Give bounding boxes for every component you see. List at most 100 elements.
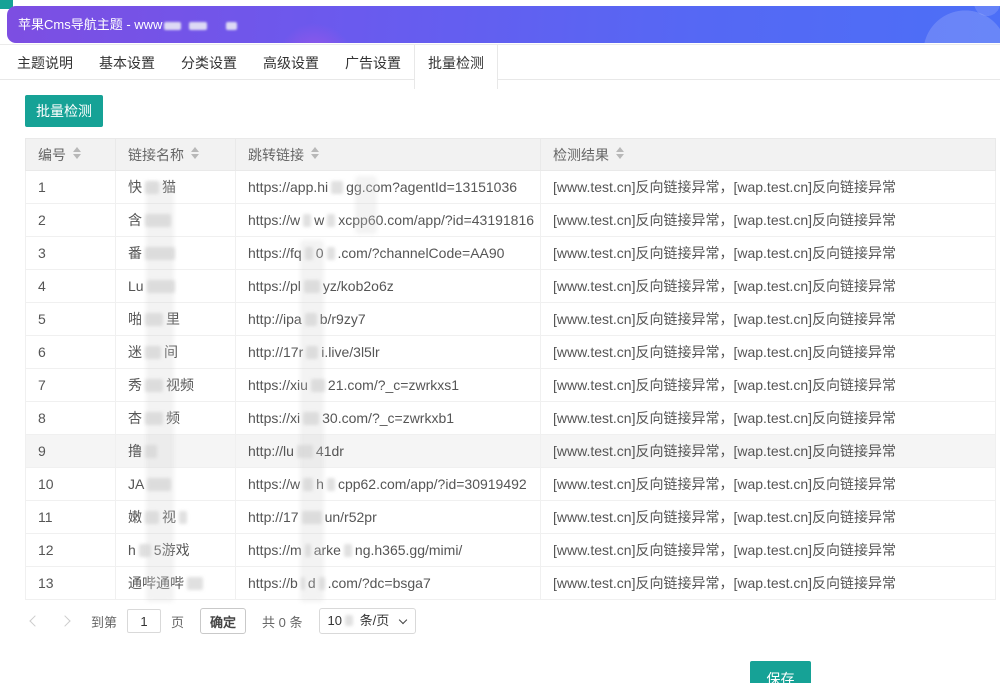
tab-batch-check[interactable]: 批量检测: [414, 45, 498, 89]
text-segment: https://xi: [248, 410, 300, 426]
text-segment: https://pl: [248, 278, 301, 294]
cell-id: 3: [26, 237, 116, 270]
tab-ad-settings[interactable]: 广告设置: [332, 45, 414, 81]
text-segment: 啪: [128, 311, 142, 327]
censor-block: [305, 313, 317, 326]
cell-id: 10: [26, 468, 116, 501]
text-segment: d: [308, 575, 316, 591]
censor-block: [302, 511, 322, 524]
cell-check-result: [www.test.cn]反向链接异常，[wap.test.cn]反向链接异常: [541, 270, 996, 303]
tab-category-settings[interactable]: 分类设置: [168, 45, 250, 81]
text-segment: 含: [128, 212, 142, 228]
censor-block: [139, 544, 151, 557]
sort-icon[interactable]: [616, 147, 624, 159]
table-row: 10JAhttps://whcpp62.com/app/?id=30919492…: [26, 468, 996, 501]
text-segment: 5游戏: [154, 542, 190, 558]
censor-block: [145, 181, 159, 194]
batch-check-button[interactable]: 批量检测: [25, 95, 103, 127]
page: 苹果Cms导航主题 - www 主题说明基本设置分类设置高级设置广告设置批量检测…: [0, 0, 1000, 683]
text-segment: 21.com/?_c=zwrkxs1: [328, 377, 459, 393]
cell-link-name: 含: [116, 204, 236, 237]
cell-id: 11: [26, 501, 116, 534]
censor-block: [145, 214, 171, 227]
table-row: 12h5游戏https://markeng.h365.gg/mimi/[www.…: [26, 534, 996, 567]
text-segment: cpp62.com/app/?id=30919492: [338, 476, 527, 492]
column-header-id[interactable]: 编号: [26, 139, 116, 171]
cell-check-result: [www.test.cn]反向链接异常，[wap.test.cn]反向链接异常: [541, 237, 996, 270]
text-segment: .com/?channelCode=AA90: [338, 245, 505, 261]
cell-check-result: [www.test.cn]反向链接异常，[wap.test.cn]反向链接异常: [541, 402, 996, 435]
table-row: 9撸http://lu41dr[www.test.cn]反向链接异常，[wap.…: [26, 435, 996, 468]
column-label: 链接名称: [128, 147, 184, 163]
text-segment: 41dr: [316, 443, 344, 459]
tab-basic-settings[interactable]: 基本设置: [86, 45, 168, 81]
sort-icon[interactable]: [191, 147, 199, 159]
censor-block: [319, 577, 325, 590]
text-segment: yz/kob2o6z: [323, 278, 394, 294]
text-segment: h: [128, 542, 136, 558]
sort-icon[interactable]: [73, 147, 81, 159]
sort-icon[interactable]: [311, 147, 319, 159]
column-header-url[interactable]: 跳转链接: [236, 139, 541, 171]
censor-block: [147, 280, 175, 293]
cell-jump-url: https://pl yz/kob2o6z: [236, 270, 541, 303]
column-header-name[interactable]: 链接名称: [116, 139, 236, 171]
column-header-result[interactable]: 检测结果: [541, 139, 996, 171]
text-segment: 0: [316, 245, 324, 261]
text-segment: 条/页: [356, 613, 389, 628]
links-table: 编号链接名称跳转链接检测结果 1快猫https://app.higg.com?a…: [25, 138, 996, 600]
cell-id: 6: [26, 336, 116, 369]
text-segment: w: [314, 212, 324, 228]
text-segment: http://lu: [248, 443, 294, 459]
prev-page-icon[interactable]: [29, 615, 40, 626]
save-button[interactable]: 保存: [750, 661, 811, 683]
text-segment: i.live/3l5lr: [321, 344, 379, 360]
table-row: 3番https://fq0.com/?channelCode=AA90[www.…: [26, 237, 996, 270]
page-title: 苹果Cms导航主题 - www: [7, 6, 1000, 43]
censor-block: [145, 346, 161, 359]
cell-link-name: 迷间: [116, 336, 236, 369]
censor-block: [145, 445, 157, 458]
censor-block: [303, 478, 313, 491]
censor-block: [344, 544, 352, 557]
censor-block: [179, 511, 187, 524]
censor-block: [303, 214, 311, 227]
censor-block: [305, 247, 313, 260]
column-label: 编号: [38, 147, 66, 163]
cell-check-result: [www.test.cn]反向链接异常，[wap.test.cn]反向链接异常: [541, 171, 996, 204]
page-unit-label: 页: [171, 612, 184, 631]
cell-id: 1: [26, 171, 116, 204]
cell-check-result: [www.test.cn]反向链接异常，[wap.test.cn]反向链接异常: [541, 468, 996, 501]
text-segment: 快: [128, 179, 142, 195]
censor-block: [327, 214, 335, 227]
cell-check-result: [www.test.cn]反向链接异常，[wap.test.cn]反向链接异常: [541, 501, 996, 534]
page-number-input[interactable]: [127, 609, 161, 633]
tab-theme-info[interactable]: 主题说明: [4, 45, 86, 81]
page-size-select[interactable]: 10 条/页: [319, 608, 417, 634]
total-count-label: 共 0 条: [262, 612, 302, 631]
text-segment: http://17r: [248, 344, 303, 360]
censor-block: [145, 247, 175, 260]
tab-advanced-settings[interactable]: 高级设置: [250, 45, 332, 81]
text-segment: 里: [166, 311, 180, 327]
app-header: 苹果Cms导航主题 - www: [7, 6, 1000, 43]
table-row: 11嫩视http://17un/r52pr[www.test.cn]反向链接异常…: [26, 501, 996, 534]
next-page-icon[interactable]: [59, 615, 70, 626]
cell-id: 5: [26, 303, 116, 336]
cell-check-result: [www.test.cn]反向链接异常，[wap.test.cn]反向链接异常: [541, 369, 996, 402]
cell-jump-url: https://app.higg.com?agentId=13151036: [236, 171, 541, 204]
page-title-text: 苹果Cms导航主题 - www: [18, 17, 162, 32]
text-segment: https://fq: [248, 245, 302, 261]
censor-block: [345, 615, 353, 626]
cell-id: 13: [26, 567, 116, 600]
cell-link-name: 杏频: [116, 402, 236, 435]
table-header-row: 编号 链接名称 跳转链接检测结果: [26, 139, 996, 171]
censor-block: [301, 577, 305, 590]
censor-block: [145, 412, 163, 425]
text-segment: https://b: [248, 575, 298, 591]
text-segment: 频: [166, 410, 180, 426]
cell-jump-url: http://ipab/r9zy7: [236, 303, 541, 336]
text-segment: arke: [314, 542, 341, 558]
confirm-button[interactable]: 确定: [200, 608, 246, 634]
column-label: 检测结果: [553, 147, 609, 163]
